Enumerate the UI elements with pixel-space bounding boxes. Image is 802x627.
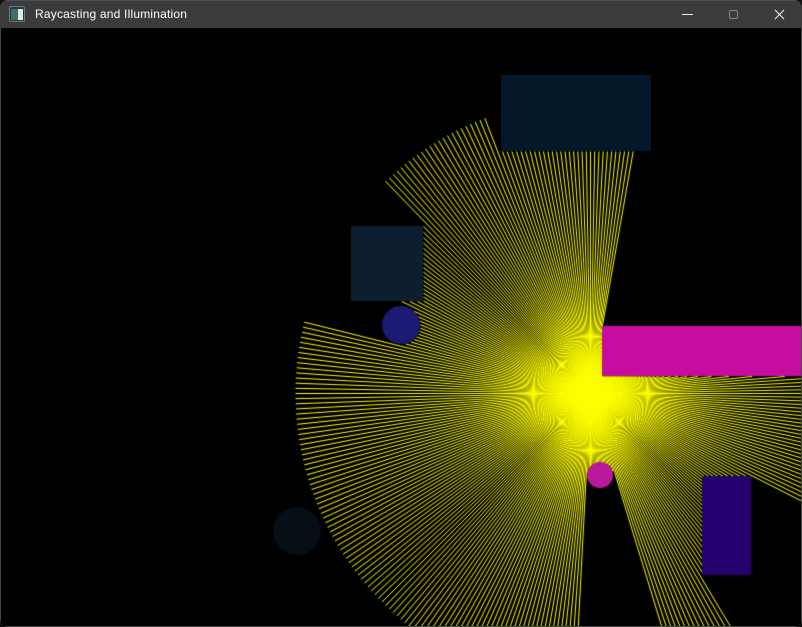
raycast-canvas[interactable] <box>1 28 801 626</box>
window-title: Raycasting and Illumination <box>35 7 187 21</box>
minimize-button[interactable] <box>664 0 710 28</box>
window-controls <box>664 0 802 28</box>
close-icon <box>773 8 786 21</box>
app-icon-pane-left <box>11 9 18 20</box>
app-icon-pane-right <box>18 9 23 20</box>
scene-area <box>1 28 801 626</box>
maximize-icon <box>729 10 738 19</box>
titlebar[interactable]: Raycasting and Illumination <box>0 0 802 28</box>
close-button[interactable] <box>756 0 802 28</box>
minimize-icon <box>682 14 693 15</box>
app-icon[interactable] <box>9 6 25 22</box>
app-window: Raycasting and Illumination <box>0 0 802 627</box>
maximize-button <box>710 0 756 28</box>
